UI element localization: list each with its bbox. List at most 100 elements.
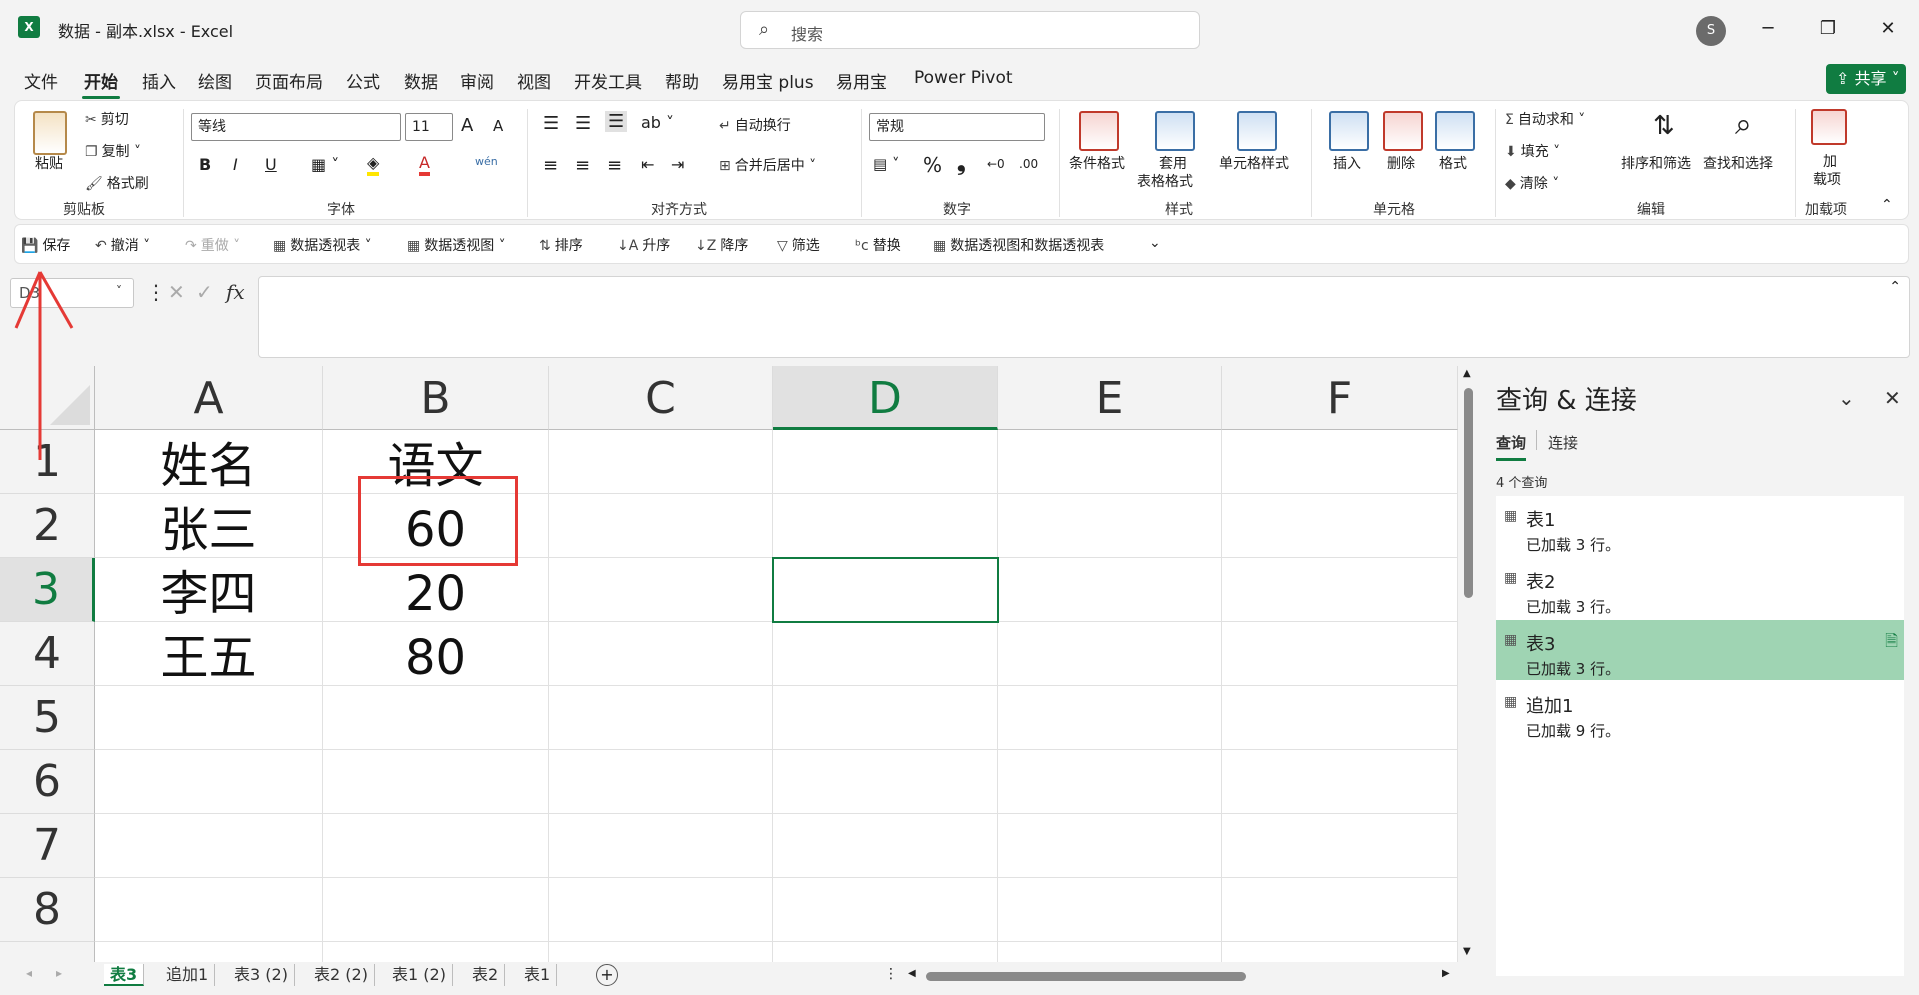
cell-b4[interactable]: 80 [323, 622, 549, 686]
query-item-selected[interactable]: ▦ 表3 已加载 3 行。 🗎 [1496, 620, 1904, 680]
query-item[interactable]: ▦ 表2 已加载 3 行。 [1496, 558, 1904, 618]
cell-e3[interactable] [998, 558, 1222, 622]
user-avatar[interactable]: S [1696, 16, 1726, 46]
row-header-5[interactable]: 5 [0, 686, 95, 750]
cell-f8[interactable] [1222, 878, 1458, 942]
menu-yiyongbao-plus[interactable]: 易用宝 plus [720, 68, 816, 93]
scroll-down-icon[interactable]: ▼ [1463, 946, 1471, 957]
menu-yiyongbao[interactable]: 易用宝 [834, 68, 889, 93]
font-color-icon[interactable]: A [419, 153, 430, 176]
tab-prev-icon[interactable]: ◂ [26, 966, 32, 980]
cancel-icon[interactable]: ✕ [168, 280, 185, 304]
delete-cells-button[interactable]: 删除 [1387, 153, 1415, 173]
cell-e6[interactable] [998, 750, 1222, 814]
number-format-select[interactable]: 常规 [869, 113, 1045, 141]
cell-a5[interactable] [95, 686, 323, 750]
cell-a1[interactable]: 姓名 [95, 430, 323, 494]
cell-d9[interactable] [773, 942, 998, 962]
scroll-left-icon[interactable]: ◀ [908, 968, 916, 979]
customize-qat-icon[interactable]: ⌄ [1149, 235, 1161, 251]
column-header-f[interactable]: F [1222, 366, 1458, 430]
more-icon[interactable]: ⋮ [146, 280, 166, 304]
cell-c9[interactable] [549, 942, 773, 962]
cell-c2[interactable] [549, 494, 773, 558]
cell-d1[interactable] [773, 430, 998, 494]
scroll-up-icon[interactable]: ▲ [1463, 368, 1471, 379]
spreadsheet-grid[interactable]: A B C D E F 1 2 3 4 5 6 7 8 姓名 语文 张三 60 李四 20… [0, 366, 1458, 962]
filter-button[interactable]: ▽ 筛选 [777, 235, 820, 255]
format-as-table-icon[interactable] [1155, 111, 1195, 151]
paste-icon[interactable] [33, 111, 67, 155]
sheet-tab-active[interactable]: 表3 [104, 964, 145, 986]
menu-power-pivot[interactable]: Power Pivot [912, 68, 1015, 88]
cell-c1[interactable] [549, 430, 773, 494]
column-header-c[interactable]: C [549, 366, 773, 430]
pivot-both-button[interactable]: ▦ 数据透视图和数据透视表 [933, 235, 1104, 255]
format-cells-icon[interactable] [1435, 111, 1475, 151]
sheet-tab[interactable]: 表1 (2) [386, 964, 453, 986]
minimize-button[interactable]: ─ [1748, 14, 1788, 44]
cell-a8[interactable] [95, 878, 323, 942]
column-header-e[interactable]: E [998, 366, 1222, 430]
cell-a7[interactable] [95, 814, 323, 878]
cell-c3[interactable] [549, 558, 773, 622]
format-cells-button[interactable]: 格式 [1439, 153, 1467, 173]
menu-home[interactable]: 开始 [82, 68, 120, 99]
sheet-tab[interactable]: 表2 [466, 964, 506, 986]
addins-line2[interactable]: 载项 [1813, 169, 1841, 189]
cell-e5[interactable] [998, 686, 1222, 750]
align-center-icon[interactable]: ≡ [575, 155, 590, 176]
align-top-icon[interactable]: ☰ [543, 113, 559, 134]
row-header-4[interactable]: 4 [0, 622, 95, 686]
cell-b8[interactable] [323, 878, 549, 942]
menu-data[interactable]: 数据 [402, 68, 440, 93]
row-header-2[interactable]: 2 [0, 494, 95, 558]
cell-f9[interactable] [1222, 942, 1458, 962]
cell-f6[interactable] [1222, 750, 1458, 814]
sort-desc-button[interactable]: ↓Z 降序 [695, 235, 748, 255]
query-item[interactable]: ▦ 表1 已加载 3 行。 [1496, 496, 1904, 556]
cell-styles-button[interactable]: 单元格样式 [1219, 153, 1289, 173]
font-name-select[interactable]: 等线 [191, 113, 401, 141]
cell-e8[interactable] [998, 878, 1222, 942]
query-item[interactable]: ▦ 追加1 已加载 9 行。 [1496, 682, 1904, 742]
cell-d6[interactable] [773, 750, 998, 814]
copy-button[interactable]: ❐ 复制 ˅ [85, 141, 141, 161]
horizontal-scroll-thumb[interactable] [926, 972, 1246, 981]
row-header-1[interactable]: 1 [0, 430, 95, 494]
menu-view[interactable]: 视图 [515, 68, 553, 93]
menu-formulas[interactable]: 公式 [344, 68, 382, 93]
cell-e2[interactable] [998, 494, 1222, 558]
fx-icon[interactable]: fx [226, 280, 245, 304]
italic-button[interactable]: I [233, 155, 238, 174]
menu-page-layout[interactable]: 页面布局 [253, 68, 325, 93]
cell-a2[interactable]: 张三 [95, 494, 323, 558]
cell-a6[interactable] [95, 750, 323, 814]
active-cell-d3[interactable] [772, 557, 999, 623]
phonetic-icon[interactable]: wén [475, 155, 498, 168]
cell-d7[interactable] [773, 814, 998, 878]
comma-button[interactable]: ❟ [957, 151, 966, 176]
shrink-font-button[interactable]: A [493, 117, 503, 135]
decrease-decimal-icon[interactable]: .00 [1019, 157, 1038, 171]
sheet-tab[interactable]: 追加1 [160, 964, 216, 986]
cell-f4[interactable] [1222, 622, 1458, 686]
vertical-scroll-thumb[interactable] [1464, 388, 1473, 598]
cell-f1[interactable] [1222, 430, 1458, 494]
insert-cells-button[interactable]: 插入 [1333, 153, 1361, 173]
menu-insert[interactable]: 插入 [140, 68, 178, 93]
row-header-6[interactable]: 6 [0, 750, 95, 814]
sort-asc-button[interactable]: ↓A 升序 [617, 235, 670, 255]
font-size-select[interactable]: 11 [405, 113, 453, 141]
cell-f3[interactable] [1222, 558, 1458, 622]
cell-c8[interactable] [549, 878, 773, 942]
cell-b7[interactable] [323, 814, 549, 878]
insert-cells-icon[interactable] [1329, 111, 1369, 151]
column-header-d[interactable]: D [773, 366, 998, 430]
format-as-table-line2[interactable]: 表格格式 [1137, 171, 1193, 191]
collapse-ribbon-icon[interactable]: ⌃ [1881, 197, 1893, 213]
increase-indent-icon[interactable]: ⇥ [671, 155, 684, 174]
cell-b5[interactable] [323, 686, 549, 750]
sort-filter-icon[interactable]: ⇅ [1653, 111, 1675, 141]
close-button[interactable]: ✕ [1868, 14, 1908, 44]
